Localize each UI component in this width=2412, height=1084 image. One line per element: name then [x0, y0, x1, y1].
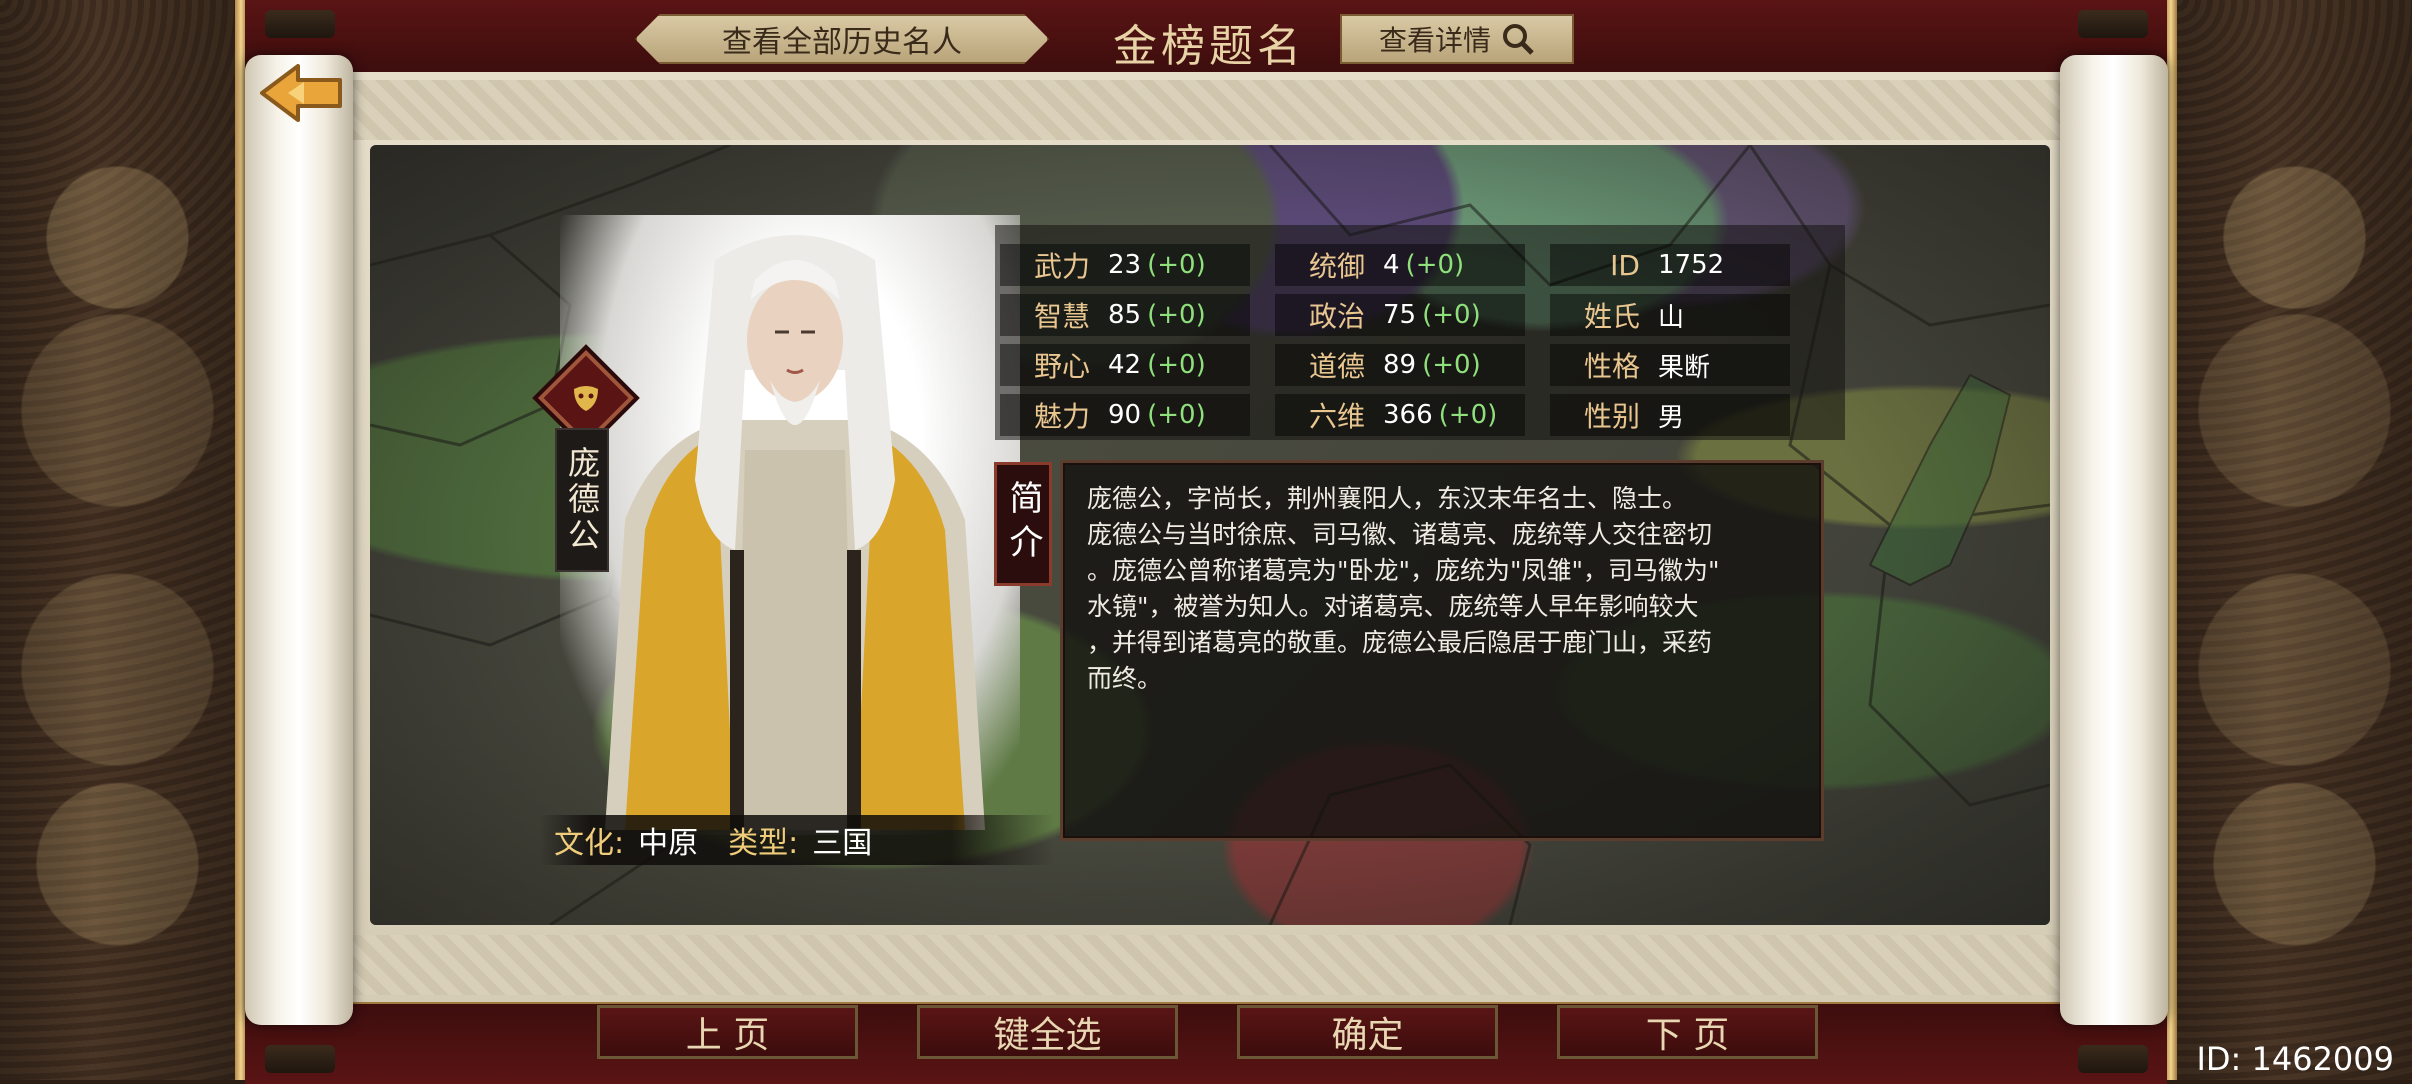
left-brocade-panel	[0, 0, 235, 1080]
stat-label: 野心	[1033, 350, 1090, 383]
view-all-historical-figures-button[interactable]: 查看全部历史名人	[635, 14, 1049, 64]
stat-label: 性格	[1583, 350, 1640, 383]
stat-charisma: 魅力 90 (+0)	[1000, 394, 1250, 436]
culture-label: 文化:	[554, 826, 625, 861]
stat-bonus: (+0)	[1147, 250, 1206, 280]
right-scroll-roller	[2060, 55, 2168, 1025]
confirm-button[interactable]: 确定	[1237, 1005, 1498, 1059]
culture-type-row: 文化: 中原 类型: 三国	[540, 815, 1054, 865]
stat-value: 89	[1383, 350, 1417, 380]
stat-gender: 性别男	[1550, 394, 1790, 436]
mask-icon	[574, 386, 598, 411]
view-details-button[interactable]: 查看详情	[1340, 14, 1574, 64]
view-all-button-label: 查看全部历史名人	[722, 25, 962, 60]
character-portrait	[605, 235, 985, 830]
bottom-bar	[245, 1000, 2167, 1084]
type-label: 类型:	[728, 826, 799, 861]
stat-strength: 武力 23 (+0)	[1000, 244, 1250, 286]
stat-wisdom: 智慧 85 (+0)	[1000, 294, 1250, 336]
stat-bonus: (+0)	[1147, 350, 1206, 380]
stat-id: ID 1752	[1550, 244, 1790, 286]
page-title: 金榜题名	[1113, 21, 1305, 72]
select-all-label: 键全选	[993, 1015, 1102, 1056]
intro-line: 。庞德公曾称诸葛亮为"卧龙"，庞统为"凤雏"，司马徽为"	[1087, 556, 1720, 585]
stat-label: ID	[1610, 248, 1640, 282]
intro-line: 水镜"，被誉为知人。对诸葛亮、庞统等人早年影响较大	[1087, 592, 1699, 621]
intro-text: 庞德公，字尚长，荆州襄阳人，东汉末年名士、隐士。 庞德公与当时徐庶、司马徽、诸葛…	[1087, 481, 1797, 697]
stat-bonus: (+0)	[1422, 300, 1481, 330]
stat-label: 六维	[1308, 400, 1365, 433]
stat-morality: 道德 89 (+0)	[1275, 344, 1525, 386]
culture-value: 中原	[638, 826, 699, 861]
intro-line: 庞德公，字尚长，荆州襄阳人，东汉末年名士、隐士。	[1087, 484, 1688, 513]
stat-bonus: (+0)	[1422, 350, 1481, 380]
previous-page-label: 上 页	[685, 1015, 770, 1056]
confirm-label: 确定	[1331, 1015, 1404, 1056]
scroll-top-band	[350, 80, 2062, 140]
right-brocade-panel	[2177, 0, 2412, 1080]
stat-politics: 政治 75 (+0)	[1275, 294, 1525, 336]
stat-label: 道德	[1308, 350, 1365, 383]
stat-value: 1752	[1658, 250, 1725, 280]
back-arrow-icon[interactable]	[258, 62, 344, 124]
stat-value: 山	[1658, 302, 1685, 333]
select-all-button[interactable]: 键全选	[917, 1005, 1178, 1059]
stat-value: 75	[1383, 300, 1417, 330]
previous-page-button[interactable]: 上 页	[597, 1005, 858, 1059]
type-value: 三国	[812, 826, 873, 861]
stat-label: 统御	[1308, 250, 1365, 283]
right-roller-top-cap	[2078, 10, 2148, 38]
stat-total: 六维 366 (+0)	[1275, 394, 1525, 436]
stat-command: 统御 4 (+0)	[1275, 244, 1525, 286]
stat-value: 4	[1383, 250, 1400, 280]
left-roller-bottom-cap	[265, 1045, 335, 1073]
stat-personality: 性格 果断	[1550, 344, 1790, 386]
stat-label: 智慧	[1033, 300, 1090, 333]
character-name: 庞德公	[555, 428, 609, 572]
stat-value: 男	[1658, 402, 1685, 433]
next-page-label: 下 页	[1645, 1015, 1730, 1056]
stat-bonus: (+0)	[1438, 400, 1498, 430]
stat-value: 366	[1383, 400, 1433, 430]
intro-tab-label: 简介	[1003, 480, 1043, 568]
intro-tab: 简介	[994, 462, 1052, 586]
stat-bonus: (+0)	[1405, 250, 1465, 280]
stat-label: 姓氏	[1583, 300, 1640, 333]
character-name-text: 庞德公	[563, 446, 601, 554]
left-roller-top-cap	[265, 10, 335, 38]
intro-line: ，并得到诸葛亮的敬重。庞德公最后隐居于鹿门山，采药	[1087, 628, 1713, 657]
stat-label: 政治	[1308, 300, 1365, 333]
intro-line: 庞德公与当时徐庶、司马徽、诸葛亮、庞统等人交往密切	[1087, 520, 1713, 549]
stat-value: 90	[1108, 400, 1142, 430]
stat-surname: 姓氏山	[1550, 294, 1790, 336]
scroll-bottom-band	[350, 935, 2062, 995]
stat-bonus: (+0)	[1147, 400, 1206, 430]
stat-label: 魅力	[1033, 400, 1090, 433]
intro-text-box[interactable]: 庞德公，字尚长，荆州襄阳人，东汉末年名士、隐士。 庞德公与当时徐庶、司马徽、诸葛…	[1060, 460, 1824, 841]
search-icon	[1503, 24, 1534, 55]
next-page-button[interactable]: 下 页	[1557, 1005, 1818, 1059]
right-roller-bottom-cap	[2078, 1045, 2148, 1073]
stat-ambition: 野心 42 (+0)	[1000, 344, 1250, 386]
stat-label: 武力	[1033, 250, 1090, 283]
intro-line: 而终。	[1087, 664, 1163, 693]
stat-bonus: (+0)	[1147, 300, 1206, 330]
view-details-label: 查看详情	[1378, 24, 1491, 57]
stat-value: 23	[1108, 250, 1142, 280]
stat-value: 85	[1108, 300, 1142, 330]
stat-value: 果断	[1658, 352, 1711, 383]
stat-label: 性别	[1583, 400, 1640, 433]
top-bar: 查看全部历史名人 金榜题名 查看详情	[245, 0, 2167, 76]
stat-value: 42	[1108, 350, 1142, 380]
screen-id-label: ID: 1462009	[2196, 1040, 2394, 1078]
left-scroll-roller	[245, 55, 353, 1025]
